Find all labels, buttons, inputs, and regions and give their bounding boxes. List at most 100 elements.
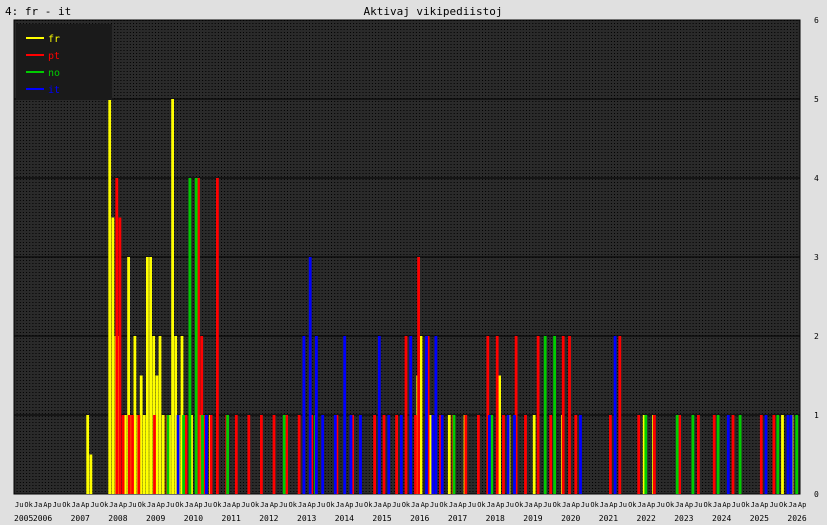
bar-it [579,415,582,494]
bar-fr [149,257,152,494]
bar-it [205,415,208,494]
bar-pt [382,415,386,494]
x-tick-label: Ju [468,501,476,509]
bar-fr [133,336,137,494]
x-tick-label: Ok [62,501,71,509]
bar-fr [139,375,143,494]
x-tick-label: Ju [279,501,287,509]
x-tick-label: Ja [185,501,193,509]
y-tick-label: 2 [814,332,819,341]
x-year-label: 2006 [33,514,52,523]
x-tick-label: Ok [175,501,184,509]
bar-it [409,336,413,494]
bar-no [182,415,185,494]
chart-title: Aktivaj vikipediistoj [363,5,502,18]
x-tick-label: Ok [515,501,524,509]
x-tick-label: Ap [307,501,315,509]
chart-left-label: 4: fr - it [5,5,71,18]
bar-pt [477,415,480,494]
bar-no [776,415,780,494]
bar-it [359,415,362,494]
bar-no [543,336,547,494]
bar-pt [712,415,716,494]
x-tick-label: Ok [666,501,675,509]
x-tick-label: Ju [694,501,702,509]
bar-pt [373,415,376,494]
x-year-label: 2021 [599,514,618,523]
x-tick-label: Ja [600,501,608,509]
x-tick-label: Ap [345,501,353,509]
y-tick-label: 0 [814,490,819,499]
x-tick-label: Ok [741,501,750,509]
x-tick-label: Ja [562,501,570,509]
bar-fr [108,99,112,494]
bar-fr [86,415,90,494]
bar-no [716,415,720,494]
bar-pt [131,415,134,494]
bar-pt [184,415,188,494]
bar-fr [142,415,146,494]
x-tick-label: Ja [298,501,306,509]
bar-pt [464,415,468,494]
x-tick-label: Ju [392,501,400,509]
bar-it [425,336,428,494]
x-tick-label: Ja [373,501,381,509]
x-year-label: 2011 [222,514,241,523]
x-tick-label: Ok [779,501,788,509]
x-tick-label: Ok [213,501,222,509]
bar-fr [111,217,115,494]
x-tick-label: Ap [421,501,429,509]
bar-pt [260,415,263,494]
x-tick-label: Ok [326,501,335,509]
bar-pt [118,217,122,494]
bar-pt [772,415,776,494]
x-tick-label: Ok [590,501,599,509]
bar-pt [414,415,417,494]
bar-no [194,178,198,494]
legend-label-no: no [48,68,60,79]
x-tick-label: Ja [109,501,117,509]
x-tick-label: Ok [553,501,562,509]
plot-area: 0123456Ju Ok Ja Ap Ju Ok Ja Ap Ju Ok Ja Ap Ju Ok Ja Ap J… [13,16,819,523]
bar-pt [285,415,288,494]
bar-pt [128,415,131,494]
x-tick-label: Ok [364,501,373,509]
bar-no [691,415,695,494]
x-tick-label: Ja [751,501,759,509]
x-tick-label: Ok [704,501,713,509]
bar-no [166,415,170,494]
x-tick-label: Ap [458,501,466,509]
bar-pt [121,415,125,494]
bar-pt [524,415,527,494]
x-tick-label: Ap [157,501,165,509]
x-tick-label: Ja [72,501,80,509]
bar-it [488,415,491,494]
x-tick-label: Ja [788,501,796,509]
x-tick-label: Ap [119,501,127,509]
bar-it [321,415,325,494]
bar-pt [678,415,681,494]
bar-fr [174,336,178,494]
x-tick-label: Ja [34,501,42,509]
x-tick-label: Ju [91,501,99,509]
x-tick-label: Ja [411,501,419,509]
bar-it [789,415,793,494]
x-tick-label: Ju [732,501,740,509]
x-tick-label: Ap [194,501,202,509]
bar-pt [759,415,763,494]
x-tick-label: Ok [628,501,637,509]
bar-fr [447,415,451,494]
bar-fr [146,257,149,494]
x-year-label: 2014 [335,514,354,523]
x-tick-label: Ok [439,501,448,509]
chart: 4: fr - it Aktivaj vikipediistoj 0 1 2 3 4 5 6… [0,0,827,525]
x-tick-label: Ap [43,501,51,509]
bar-pt [697,415,700,494]
bar-fr [89,454,93,494]
x-tick-label: Ap [270,501,278,509]
bar-pt [609,415,612,494]
x-tick-label: Ju [53,501,61,509]
bar-it [513,415,516,494]
x-tick-label: Ok [138,501,147,509]
bar-pt [561,336,565,494]
